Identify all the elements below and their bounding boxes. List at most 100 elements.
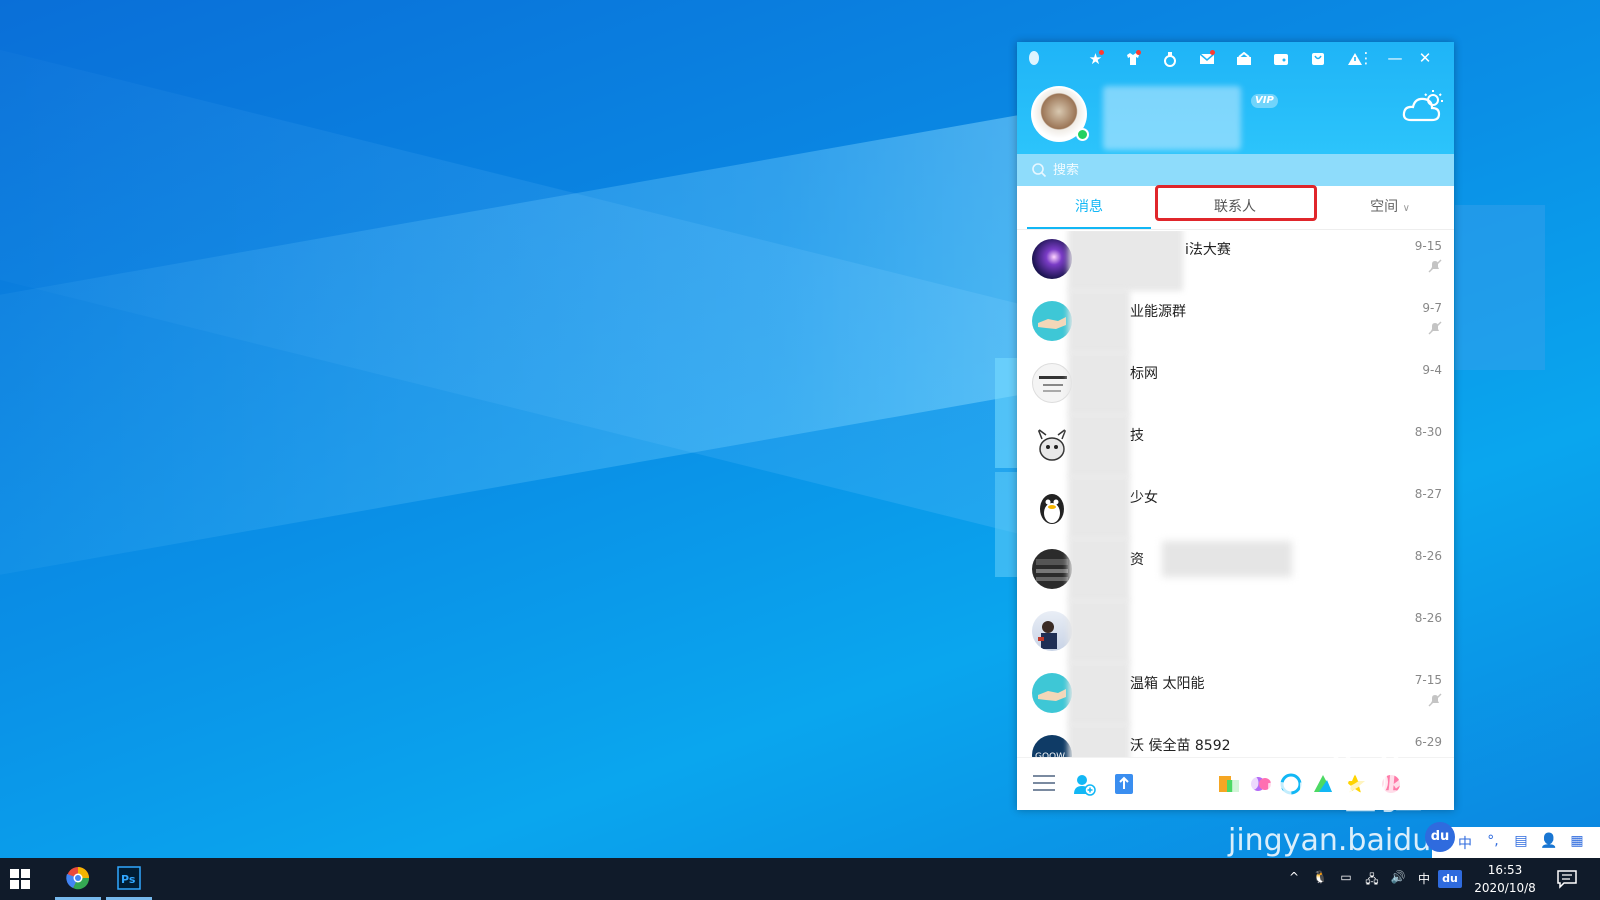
conversation-time: 8-26	[1414, 611, 1442, 625]
gift-icon[interactable]	[1225, 48, 1262, 70]
taskbar-clock[interactable]: 16:53 2020/10/8	[1468, 861, 1542, 897]
tab-space-label: 空间	[1370, 199, 1399, 215]
conversation-avatar	[1032, 673, 1072, 713]
qq-header: ★ ⋮ — ✕ VIP	[1017, 42, 1454, 154]
conversation-time: 8-30	[1414, 425, 1442, 439]
medal-icon[interactable]	[1151, 48, 1188, 70]
qq-titlebar[interactable]: ★ ⋮ — ✕	[1017, 42, 1454, 76]
tab-space[interactable]: 空间 ∨	[1335, 186, 1445, 229]
add-contact-icon[interactable]	[1072, 772, 1096, 796]
conversation-list[interactable]: i法大赛 9-15 业能源群 9-7 标网 9-4 技 8-30 少女 8-27…	[1017, 231, 1454, 757]
ime-lang-button[interactable]: 中	[1452, 833, 1478, 853]
browser-logo-icon	[66, 867, 90, 890]
conversation-avatar	[1032, 549, 1072, 589]
list-item[interactable]: 业能源群 9-7	[1017, 289, 1454, 355]
blurred-region	[1068, 351, 1130, 415]
conversation-avatar	[1032, 487, 1072, 527]
conversation-title: 标网	[1130, 366, 1158, 382]
ime-keyboard-button[interactable]: ▤	[1508, 833, 1534, 853]
wallet-icon[interactable]	[1262, 48, 1299, 70]
ime-tools-button[interactable]: ▦	[1564, 833, 1590, 853]
ime-user-button[interactable]: 👤	[1536, 833, 1562, 853]
conversation-time: 7-15	[1414, 673, 1442, 687]
taskbar-photoshop-app[interactable]: Ps	[106, 858, 152, 900]
mute-bell-icon	[1428, 259, 1442, 273]
tray-overflow-chevron-icon[interactable]: ^	[1282, 870, 1306, 888]
tray-volume-icon[interactable]: 🔊	[1386, 870, 1410, 888]
blurred-region	[1068, 537, 1130, 601]
conversation-title: 资	[1130, 552, 1144, 568]
taskbar-browser-app[interactable]	[55, 858, 101, 900]
conversation-time: 8-26	[1414, 549, 1442, 563]
blurred-region	[1068, 475, 1130, 539]
close-button[interactable]: ✕	[1414, 49, 1436, 67]
minimize-button[interactable]: —	[1384, 49, 1406, 67]
conversation-title: 温箱 太阳能	[1130, 676, 1205, 692]
list-item[interactable]: 8-26	[1017, 599, 1454, 665]
blurred-region	[1068, 723, 1130, 757]
conversation-title: 少女	[1130, 490, 1158, 506]
conversation-title: i法大赛	[1185, 242, 1231, 258]
blurred-region	[1068, 599, 1130, 663]
ime-toolbar: 中 °, ▤ 👤 ▦	[1432, 827, 1600, 858]
conversation-avatar	[1032, 301, 1072, 341]
wallpaper-window-pane	[995, 472, 1019, 577]
conversation-time: 6-29	[1414, 735, 1442, 749]
main-menu-icon[interactable]	[1033, 774, 1055, 792]
blurred-nickname	[1103, 86, 1241, 150]
blurred-region	[1068, 661, 1130, 725]
wallpaper-window-pane	[995, 358, 1019, 468]
file-transfer-icon[interactable]	[1112, 772, 1136, 796]
search-input[interactable]	[1053, 162, 1433, 178]
conversation-avatar	[1032, 425, 1072, 465]
conversation-avatar	[1032, 363, 1072, 403]
main-tabs: 消息 联系人 空间 ∨	[1017, 186, 1454, 230]
tray-battery-icon[interactable]: ▭	[1334, 870, 1358, 888]
list-item[interactable]: 资 8-26	[1017, 537, 1454, 603]
conversation-time: 9-4	[1422, 363, 1442, 377]
tab-contacts[interactable]: 联系人	[1155, 186, 1315, 229]
qq-main-window: ★ ⋮ — ✕ VIP 搜索 消息 联系人 空间 ∨ i法大赛 9-15 业能源…	[1017, 42, 1454, 810]
list-item[interactable]: 少女 8-27	[1017, 475, 1454, 541]
conversation-time: 8-27	[1414, 487, 1442, 501]
vip-star-icon[interactable]: ★	[1077, 48, 1114, 70]
chevron-down-icon: ∨	[1402, 203, 1410, 214]
conversation-title: 业能源群	[1130, 304, 1186, 320]
baidu-watermark-logo: Bai 经验	[1228, 765, 1424, 819]
dress-up-icon[interactable]	[1114, 48, 1151, 70]
more-menu-icon[interactable]: ⋮	[1355, 49, 1377, 67]
titlebar-feature-icons: ★	[1077, 48, 1373, 70]
mute-bell-icon	[1428, 693, 1442, 707]
search-bar[interactable]	[1017, 154, 1454, 186]
ime-punct-button[interactable]: °,	[1480, 833, 1506, 853]
vip-badge[interactable]: VIP	[1251, 94, 1278, 108]
tray-qq-icon[interactable]: 🐧	[1308, 870, 1332, 888]
tray-ime-lang[interactable]: 中	[1412, 870, 1436, 888]
bag-icon[interactable]	[1299, 48, 1336, 70]
conversation-title: 技	[1130, 428, 1144, 444]
search-icon	[1032, 163, 1047, 178]
online-status-icon[interactable]	[1076, 128, 1089, 141]
svg-text:Ps: Ps	[121, 873, 136, 886]
list-item[interactable]: i法大赛 9-15	[1017, 231, 1454, 293]
list-item[interactable]: 技 8-30	[1017, 413, 1454, 479]
tray-baidu-ime-icon[interactable]: du	[1438, 870, 1462, 888]
notification-center-icon[interactable]	[1556, 869, 1578, 889]
mute-bell-icon	[1428, 321, 1442, 335]
tab-messages[interactable]: 消息	[1027, 186, 1151, 229]
list-item[interactable]: 温箱 太阳能 7-15	[1017, 661, 1454, 727]
mail-icon[interactable]	[1188, 48, 1225, 70]
blurred-region	[1162, 541, 1292, 577]
blurred-region	[1068, 413, 1130, 477]
clock-date: 2020/10/8	[1474, 881, 1536, 895]
wallpaper-window-pane	[1455, 205, 1545, 370]
weather-icon[interactable]	[1401, 88, 1445, 126]
ime-baidu-logo[interactable]: du	[1425, 822, 1455, 852]
qq-penguin-icon	[1027, 50, 1043, 68]
system-tray: ^ 🐧 ▭ 🖧 🔊 中 du	[1282, 870, 1464, 888]
windows-start-icon[interactable]	[10, 869, 30, 889]
blurred-region	[1068, 231, 1183, 291]
list-item[interactable]: 标网 9-4	[1017, 351, 1454, 417]
tray-network-icon[interactable]: 🖧	[1360, 870, 1384, 888]
conversation-time: 9-7	[1422, 301, 1442, 315]
